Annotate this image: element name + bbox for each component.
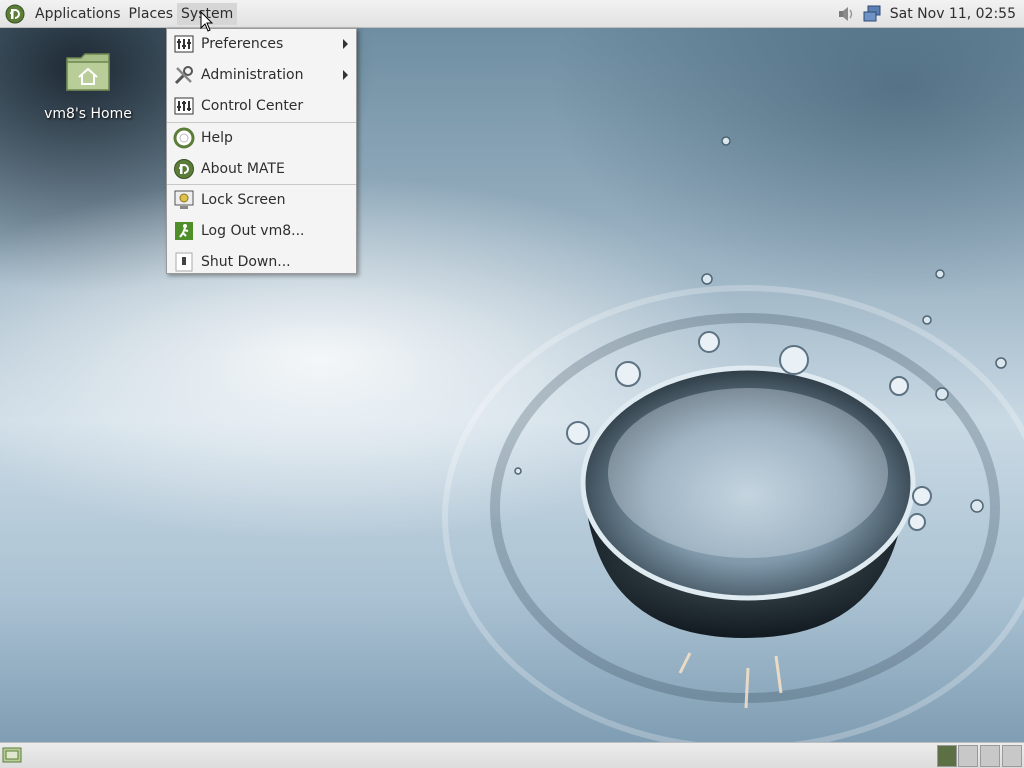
- logout-icon: [175, 222, 193, 240]
- lock-screen-icon: [174, 190, 194, 209]
- menu-item-label: Control Center: [201, 98, 304, 114]
- menu-item-shut-down[interactable]: Shut Down...: [167, 247, 356, 277]
- menu-item-preferences[interactable]: Preferences: [167, 29, 356, 59]
- desktop-background[interactable]: vm8's Home: [0, 28, 1024, 742]
- top-panel: Applications Places System Sat Nov 11, 0…: [0, 0, 1024, 28]
- menu-item-label: Administration: [201, 67, 304, 83]
- clock[interactable]: Sat Nov 11, 02:55: [890, 6, 1016, 22]
- menu-item-lock-screen[interactable]: Lock Screen: [167, 185, 356, 215]
- menu-places[interactable]: Places: [125, 3, 178, 25]
- menu-item-control-center[interactable]: Control Center: [167, 91, 356, 121]
- menu-item-label: Log Out vm8...: [201, 223, 305, 239]
- menu-item-label: Shut Down...: [201, 254, 291, 270]
- shutdown-icon: [175, 252, 193, 272]
- menu-item-label: Preferences: [201, 36, 284, 52]
- workspace-3[interactable]: [980, 745, 1000, 767]
- workspace-1[interactable]: [937, 745, 957, 767]
- menu-item-label: About MATE: [201, 161, 285, 177]
- menu-item-help[interactable]: Help: [167, 123, 356, 153]
- menu-item-administration[interactable]: Administration: [167, 60, 356, 90]
- control-center-icon: [174, 97, 194, 115]
- show-desktop-icon[interactable]: [2, 746, 22, 764]
- mate-logo-icon: [174, 159, 194, 179]
- menu-item-about-mate[interactable]: About MATE: [167, 154, 356, 184]
- submenu-arrow-icon: [343, 39, 348, 49]
- menu-applications[interactable]: Applications: [31, 3, 125, 25]
- mate-logo-icon[interactable]: [5, 4, 25, 24]
- network-icon[interactable]: [862, 4, 882, 24]
- help-icon: [173, 127, 195, 149]
- volume-icon[interactable]: [836, 4, 856, 24]
- workspace-2[interactable]: [958, 745, 978, 767]
- administration-icon: [174, 66, 193, 85]
- submenu-arrow-icon: [343, 70, 348, 80]
- home-folder-icon: [66, 53, 110, 91]
- wallpaper-water-splash: [442, 136, 1024, 742]
- desktop-icon-home[interactable]: vm8's Home: [40, 50, 136, 122]
- panel-tray: Sat Nov 11, 02:55: [830, 4, 1024, 24]
- bottom-panel: [0, 742, 1024, 768]
- menu-item-log-out[interactable]: Log Out vm8...: [167, 216, 356, 246]
- menu-item-label: Lock Screen: [201, 192, 286, 208]
- workspace-4[interactable]: [1002, 745, 1022, 767]
- mouse-cursor: [200, 11, 214, 32]
- home-icon-label: vm8's Home: [44, 106, 132, 122]
- preferences-icon: [174, 35, 194, 53]
- menu-item-label: Help: [201, 130, 233, 146]
- system-menu: Preferences Administration Control Cente…: [166, 28, 357, 274]
